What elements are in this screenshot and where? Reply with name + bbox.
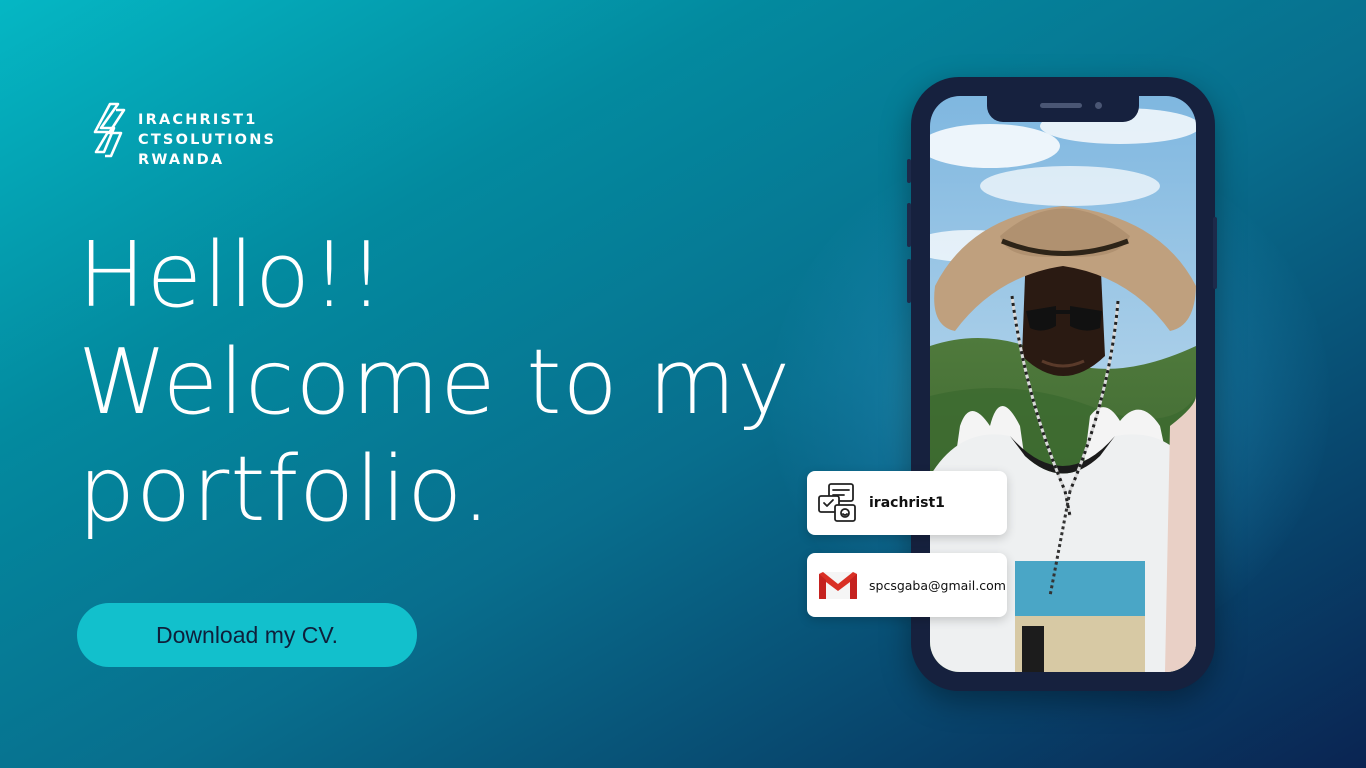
- phone-side-button: [907, 259, 911, 303]
- download-cv-button[interactable]: Download my CV.: [77, 603, 417, 667]
- phone-side-button: [907, 203, 911, 247]
- email-contact-card[interactable]: spcsgaba@gmail.com: [807, 553, 1007, 617]
- brand-name-line: RWANDA: [138, 152, 225, 168]
- phone-side-button: [907, 159, 911, 183]
- social-media-icon: [818, 483, 856, 522]
- headline-line: portfolio.: [78, 437, 492, 542]
- phone-speaker: [1040, 103, 1082, 108]
- brand-logo[interactable]: IRACHRIST1 CTSOLUTIONS RWANDA: [92, 100, 276, 170]
- lightning-s-icon: [93, 102, 126, 158]
- brand-name-line: CTSOLUTIONS: [138, 132, 277, 148]
- social-handle: irachrist1: [869, 495, 945, 511]
- social-contact-card[interactable]: irachrist1: [807, 471, 1007, 535]
- email-address: spcsgaba@gmail.com: [869, 577, 1006, 593]
- phone-side-button: [1213, 217, 1217, 289]
- headline-line: Welcome to my: [78, 330, 792, 435]
- gmail-icon: [819, 572, 857, 599]
- brand-name-line: IRACHRIST1: [138, 112, 258, 128]
- phone-notch: [987, 96, 1139, 122]
- headline-line: Hello!!: [78, 223, 386, 328]
- hero-headline: Hello!! Welcome to my portfolio.: [78, 222, 791, 543]
- phone-camera: [1095, 102, 1102, 109]
- brand-name: IRACHRIST1 CTSOLUTIONS RWANDA: [138, 110, 276, 170]
